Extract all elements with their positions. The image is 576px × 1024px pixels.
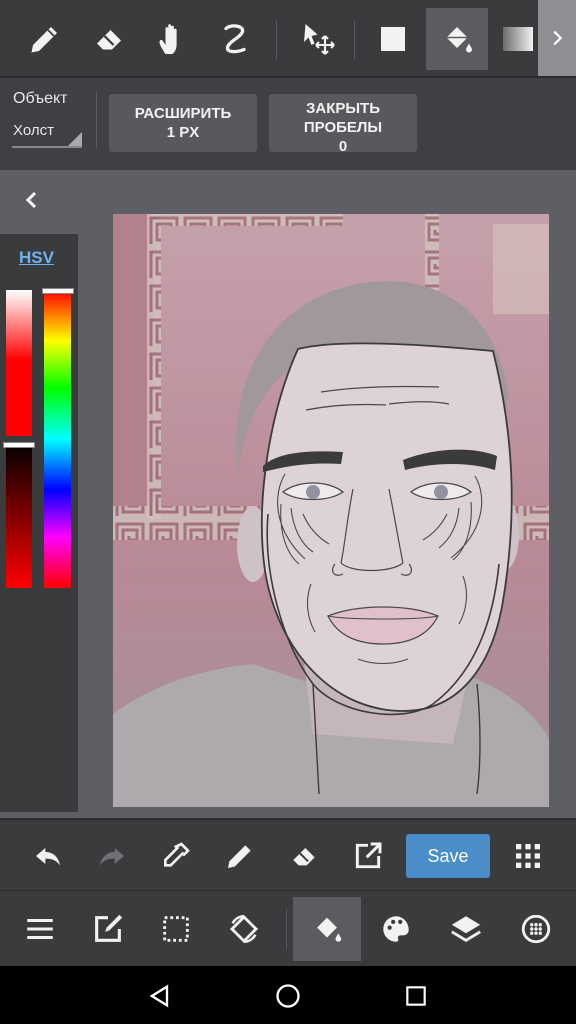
redo-icon bbox=[100, 848, 124, 866]
layers-button[interactable] bbox=[434, 897, 498, 961]
target-dropdown[interactable]: Холст bbox=[12, 118, 82, 148]
pen-icon bbox=[228, 845, 251, 868]
lasso-tool-button[interactable] bbox=[204, 8, 266, 70]
eyedropper-button[interactable] bbox=[152, 832, 200, 880]
target-label: Объект bbox=[13, 90, 68, 107]
triangle-back-icon bbox=[149, 984, 169, 1008]
system-home-button[interactable] bbox=[268, 976, 308, 1016]
gradient-icon bbox=[503, 27, 533, 51]
hand-tool-button[interactable] bbox=[142, 8, 204, 70]
fill-rectangle-icon bbox=[381, 27, 405, 51]
saturation-gradient bbox=[6, 290, 32, 588]
hsv-tab[interactable]: HSV bbox=[19, 248, 54, 268]
expand-button-line-1: РАСШИРИТЬ bbox=[134, 105, 232, 122]
close-gaps-button-line-1: ЗАКРЫТЬ bbox=[305, 100, 381, 117]
menu-divider bbox=[286, 909, 287, 949]
saturation-handle[interactable] bbox=[3, 441, 35, 448]
main-menu-button[interactable] bbox=[8, 897, 72, 961]
bucket-icon bbox=[317, 917, 342, 942]
toolbar-divider bbox=[354, 20, 355, 60]
collapse-panel-button[interactable] bbox=[16, 184, 48, 216]
bucket-icon bbox=[446, 27, 472, 53]
hand-icon bbox=[159, 24, 177, 54]
palette-icon bbox=[383, 916, 409, 942]
saturation-slider[interactable] bbox=[3, 290, 35, 588]
selection-icon bbox=[163, 916, 189, 942]
share-button[interactable] bbox=[344, 832, 392, 880]
gradient-tool-button[interactable] bbox=[492, 8, 538, 70]
close-gaps-button-line-2: ПРОБЕЛЫ bbox=[303, 119, 383, 136]
external-link-icon bbox=[355, 842, 382, 869]
undo-button[interactable] bbox=[24, 832, 72, 880]
move-icon bbox=[304, 24, 335, 55]
redo-button[interactable] bbox=[88, 832, 136, 880]
system-recents-button[interactable] bbox=[396, 976, 436, 1016]
brush-settings-button[interactable] bbox=[504, 897, 568, 961]
options-divider bbox=[96, 92, 97, 148]
toolbar-divider bbox=[276, 20, 277, 60]
system-back-button[interactable] bbox=[140, 976, 180, 1016]
menu-bar bbox=[0, 890, 576, 966]
eraser-icon bbox=[293, 848, 315, 866]
chevron-right-icon bbox=[553, 30, 563, 46]
action-bar: Save bbox=[0, 818, 576, 890]
eyedropper-icon bbox=[164, 842, 190, 867]
square-recents-icon bbox=[406, 986, 426, 1006]
hue-gradient bbox=[44, 290, 71, 588]
lasso-icon bbox=[224, 24, 246, 54]
canvas-area: HSV bbox=[0, 170, 576, 816]
grid-icon bbox=[516, 844, 540, 868]
selection-button[interactable] bbox=[144, 897, 208, 961]
drawing-canvas[interactable] bbox=[113, 214, 549, 807]
more-menu-button[interactable] bbox=[504, 832, 552, 880]
pen-icon bbox=[31, 27, 57, 53]
fill-button[interactable] bbox=[293, 897, 361, 961]
bucket-tool-button[interactable] bbox=[426, 8, 488, 70]
pen-button[interactable] bbox=[216, 832, 264, 880]
menu-icon bbox=[27, 918, 53, 940]
canvas-image bbox=[113, 214, 549, 807]
rotate-icon bbox=[229, 914, 259, 944]
move-tool-button[interactable] bbox=[288, 8, 350, 70]
system-nav-bar bbox=[0, 966, 576, 1024]
tool-options-bar: Объект Холст РАСШИРИТЬ 1 PX ЗАКРЫТЬ ПРОБ… bbox=[0, 78, 576, 170]
close-gaps-button[interactable]: ЗАКРЫТЬ ПРОБЕЛЫ 0 bbox=[269, 94, 417, 152]
edit-button[interactable] bbox=[76, 897, 140, 961]
edit-icon bbox=[95, 914, 123, 942]
layers-icon bbox=[451, 916, 481, 942]
more-tools-button[interactable] bbox=[538, 0, 576, 76]
chevron-left-icon bbox=[25, 191, 37, 209]
eraser-icon bbox=[97, 30, 121, 50]
hue-slider[interactable] bbox=[42, 288, 74, 588]
save-button[interactable]: Save bbox=[406, 834, 490, 878]
dropdown-corner-icon bbox=[68, 132, 82, 146]
eraser-tool-button[interactable] bbox=[78, 8, 140, 70]
rotate-canvas-button[interactable] bbox=[212, 897, 276, 961]
circle-home-icon bbox=[276, 984, 300, 1008]
brush-icon bbox=[521, 914, 551, 944]
fill-rectangle-tool-button[interactable] bbox=[362, 8, 424, 70]
expand-button[interactable]: РАСШИРИТЬ 1 PX bbox=[109, 94, 257, 152]
hue-handle[interactable] bbox=[42, 288, 74, 294]
eraser-button[interactable] bbox=[280, 832, 328, 880]
expand-button-line-2: 1 PX bbox=[166, 124, 200, 141]
close-gaps-button-line-3: 0 bbox=[338, 138, 348, 152]
color-panel: HSV bbox=[0, 234, 78, 812]
target-dropdown-value: Холст bbox=[13, 122, 54, 139]
top-toolbar bbox=[0, 0, 576, 78]
palette-button[interactable] bbox=[364, 897, 428, 961]
pen-tool-button[interactable] bbox=[14, 8, 76, 70]
undo-icon bbox=[36, 848, 60, 866]
